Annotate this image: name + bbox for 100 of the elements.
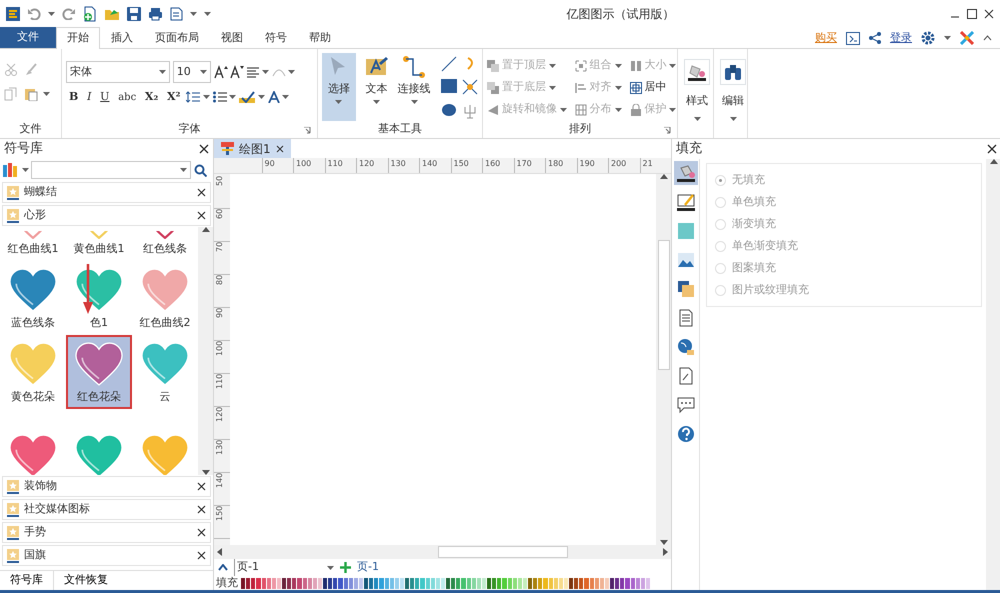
tool-button[interactable]: 选择 xyxy=(322,53,356,121)
caret-icon[interactable] xyxy=(410,100,418,104)
font-color-icon[interactable] xyxy=(268,91,280,104)
scroll-up-icon[interactable] xyxy=(990,159,998,164)
redo-icon[interactable] xyxy=(62,8,76,20)
caret-icon[interactable] xyxy=(548,64,556,68)
side-tool[interactable] xyxy=(674,161,698,185)
symbol-item[interactable]: 色1 xyxy=(66,261,132,335)
caret-icon[interactable] xyxy=(373,100,380,104)
arrange-button[interactable]: 居中 xyxy=(630,79,666,96)
scrollbar[interactable] xyxy=(656,174,671,545)
grow-font-icon[interactable] xyxy=(214,65,228,79)
symbol-item[interactable]: 蓝色线条 xyxy=(0,261,66,335)
line-spacing-icon[interactable] xyxy=(186,91,200,104)
caret-icon[interactable] xyxy=(258,95,265,100)
ribbon-tab[interactable]: 开始 xyxy=(56,27,100,49)
add-page-icon[interactable] xyxy=(340,562,351,573)
symbol-item[interactable]: 红色曲线2 xyxy=(132,261,198,335)
ribbon-tab[interactable]: 视图 xyxy=(210,27,254,48)
caret-icon[interactable] xyxy=(548,86,556,90)
expand-up-icon[interactable] xyxy=(218,564,228,571)
symbol-item[interactable]: 红色花朵 xyxy=(66,335,132,409)
search-icon[interactable] xyxy=(194,164,207,176)
anchor-icon[interactable] xyxy=(462,102,478,119)
format-button[interactable]: B xyxy=(66,89,82,106)
close-icon[interactable] xyxy=(276,144,284,152)
category-header[interactable]: 装饰物 xyxy=(2,476,211,497)
folder-icon[interactable] xyxy=(104,7,120,21)
line-icon[interactable] xyxy=(440,56,457,72)
category-header[interactable]: 手势 xyxy=(2,522,211,543)
close-icon[interactable] xyxy=(987,144,997,154)
close-icon[interactable] xyxy=(984,9,994,19)
scroll-up-icon[interactable] xyxy=(202,227,210,232)
search-field[interactable] xyxy=(31,161,192,179)
caret-icon[interactable] xyxy=(944,36,951,40)
style-button[interactable]: 样式 xyxy=(682,53,712,138)
close-icon[interactable] xyxy=(197,482,206,491)
print-icon[interactable] xyxy=(148,7,163,21)
symbol-item[interactable]: 红色线条 xyxy=(132,227,198,261)
close-icon[interactable] xyxy=(197,211,206,220)
caret-icon[interactable] xyxy=(180,168,188,172)
tool-button[interactable]: 连接线 xyxy=(397,53,432,121)
caret-icon[interactable] xyxy=(282,95,290,100)
scroll-down-icon[interactable] xyxy=(202,470,210,475)
close-icon[interactable] xyxy=(197,188,206,197)
caret-icon[interactable] xyxy=(730,117,736,121)
caret-icon[interactable] xyxy=(202,95,210,100)
settings-icon[interactable] xyxy=(921,31,935,45)
close-icon[interactable] xyxy=(199,144,209,154)
caret-icon[interactable] xyxy=(159,70,166,74)
caret-icon[interactable] xyxy=(694,117,700,121)
save-icon[interactable] xyxy=(127,7,141,21)
page-dropdown[interactable]: 页-1 xyxy=(234,559,334,576)
align-icon[interactable] xyxy=(247,66,259,78)
export-icon[interactable] xyxy=(170,7,183,21)
app-logo-icon[interactable] xyxy=(960,31,974,45)
highlight-icon[interactable] xyxy=(239,91,256,104)
page-tab[interactable]: 页-1 xyxy=(357,559,379,576)
close-icon[interactable] xyxy=(197,528,206,537)
caret-icon[interactable] xyxy=(614,108,622,112)
caret-icon[interactable] xyxy=(262,70,269,74)
format-button[interactable]: U xyxy=(97,89,112,106)
caret-icon[interactable] xyxy=(560,108,567,112)
symbol-item[interactable]: 红色曲线1 xyxy=(0,227,66,261)
format-button[interactable]: abc xyxy=(115,90,140,105)
font-size-field[interactable]: 10 xyxy=(172,61,211,83)
caret-icon[interactable] xyxy=(669,64,676,68)
launcher-icon[interactable] xyxy=(664,127,671,134)
screen-icon[interactable] xyxy=(846,32,860,44)
caret-icon[interactable] xyxy=(200,70,207,74)
close-icon[interactable] xyxy=(197,551,206,560)
ribbon-tab[interactable]: 符号 xyxy=(254,27,298,48)
caret-icon[interactable] xyxy=(327,566,334,570)
document-tab[interactable]: 绘图1 xyxy=(214,139,291,158)
symbol-item[interactable]: 云 xyxy=(132,335,198,409)
find-button[interactable]: 编辑 xyxy=(718,53,748,138)
format-button[interactable]: I xyxy=(84,89,94,106)
category-header[interactable]: 心形 xyxy=(2,205,211,226)
format-button[interactable]: X₂ xyxy=(142,89,162,106)
panel-tab[interactable]: 文件恢复 xyxy=(54,571,118,590)
rectangle-icon[interactable] xyxy=(440,79,457,94)
cross-icon[interactable] xyxy=(462,79,478,96)
caret-icon[interactable] xyxy=(48,12,55,16)
new-file-icon[interactable] xyxy=(83,6,97,22)
ribbon-tab[interactable]: 页面布局 xyxy=(144,27,210,48)
caret-icon[interactable] xyxy=(229,95,236,100)
scrollbar[interactable] xyxy=(214,545,671,559)
caret-icon[interactable] xyxy=(22,168,28,172)
caret-icon[interactable] xyxy=(614,64,622,68)
launcher-icon[interactable] xyxy=(304,127,311,134)
file-tab[interactable]: 文件 xyxy=(0,27,56,48)
caret-icon[interactable] xyxy=(614,86,622,90)
login-link[interactable]: 登录 xyxy=(890,30,912,46)
share-icon[interactable] xyxy=(869,32,881,44)
tool-button[interactable]: 文本 xyxy=(360,53,394,121)
category-header[interactable]: 蝴蝶结 xyxy=(2,182,211,203)
scrollbar[interactable] xyxy=(986,159,1000,590)
close-icon[interactable] xyxy=(197,505,206,514)
caret-icon[interactable] xyxy=(43,92,50,96)
color-palette[interactable] xyxy=(241,578,651,588)
